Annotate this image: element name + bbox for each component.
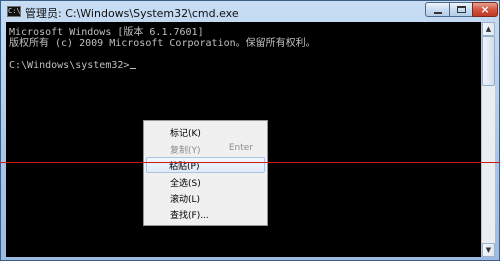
menu-item-paste[interactable]: 粘贴(P)	[146, 157, 265, 173]
close-icon: ×	[480, 3, 490, 16]
minimize-button[interactable]	[425, 2, 450, 17]
console-line-copyright: 版权所有 (c) 2009 Microsoft Corporation。保留所有…	[9, 38, 316, 49]
menu-item-mark[interactable]: 标记(K)	[146, 124, 265, 140]
menu-item-find[interactable]: 查找(F)...	[146, 206, 265, 222]
scroll-thumb[interactable]	[482, 36, 495, 86]
context-menu: 标记(K) 复制(Y) Enter 粘贴(P) 全选(S) 滚动(L) 查找(F…	[143, 120, 268, 226]
console-prompt-line: C:\Windows\system32>	[9, 60, 137, 71]
title-bar[interactable]: C:\ 管理员: C:\Windows\System32\cmd.exe ×	[1, 1, 499, 23]
menu-item-label: 全选(S)	[170, 179, 201, 189]
maximize-icon	[456, 6, 466, 13]
close-button[interactable]: ×	[472, 2, 498, 17]
menu-item-copy[interactable]: 复制(Y) Enter	[146, 141, 265, 157]
console-prompt: C:\Windows\system32>	[9, 60, 130, 71]
annotation-red-line	[0, 162, 500, 163]
text-cursor	[130, 68, 137, 69]
scroll-up-arrow-icon[interactable]: ▲	[482, 22, 495, 36]
minimize-icon	[433, 11, 442, 14]
maximize-button[interactable]	[449, 2, 473, 17]
scroll-down-arrow-icon[interactable]: ▼	[482, 243, 495, 257]
console-line-version: Microsoft Windows [版本 6.1.7601]	[9, 27, 204, 38]
cmd-app-icon[interactable]: C:\	[7, 6, 21, 17]
menu-item-label: 滚动(L)	[170, 195, 201, 205]
menu-item-select-all[interactable]: 全选(S)	[146, 174, 265, 190]
menu-item-label: 查找(F)...	[170, 211, 209, 221]
window-title: 管理员: C:\Windows\System32\cmd.exe	[25, 7, 239, 20]
menu-item-label: 复制(Y)	[170, 146, 201, 156]
menu-item-label: 粘贴(P)	[169, 162, 200, 172]
menu-item-shortcut: Enter	[228, 143, 253, 153]
menu-item-label: 标记(K)	[170, 129, 201, 139]
vertical-scrollbar[interactable]: ▲ ▼	[481, 22, 495, 257]
menu-item-scroll[interactable]: 滚动(L)	[146, 190, 265, 206]
